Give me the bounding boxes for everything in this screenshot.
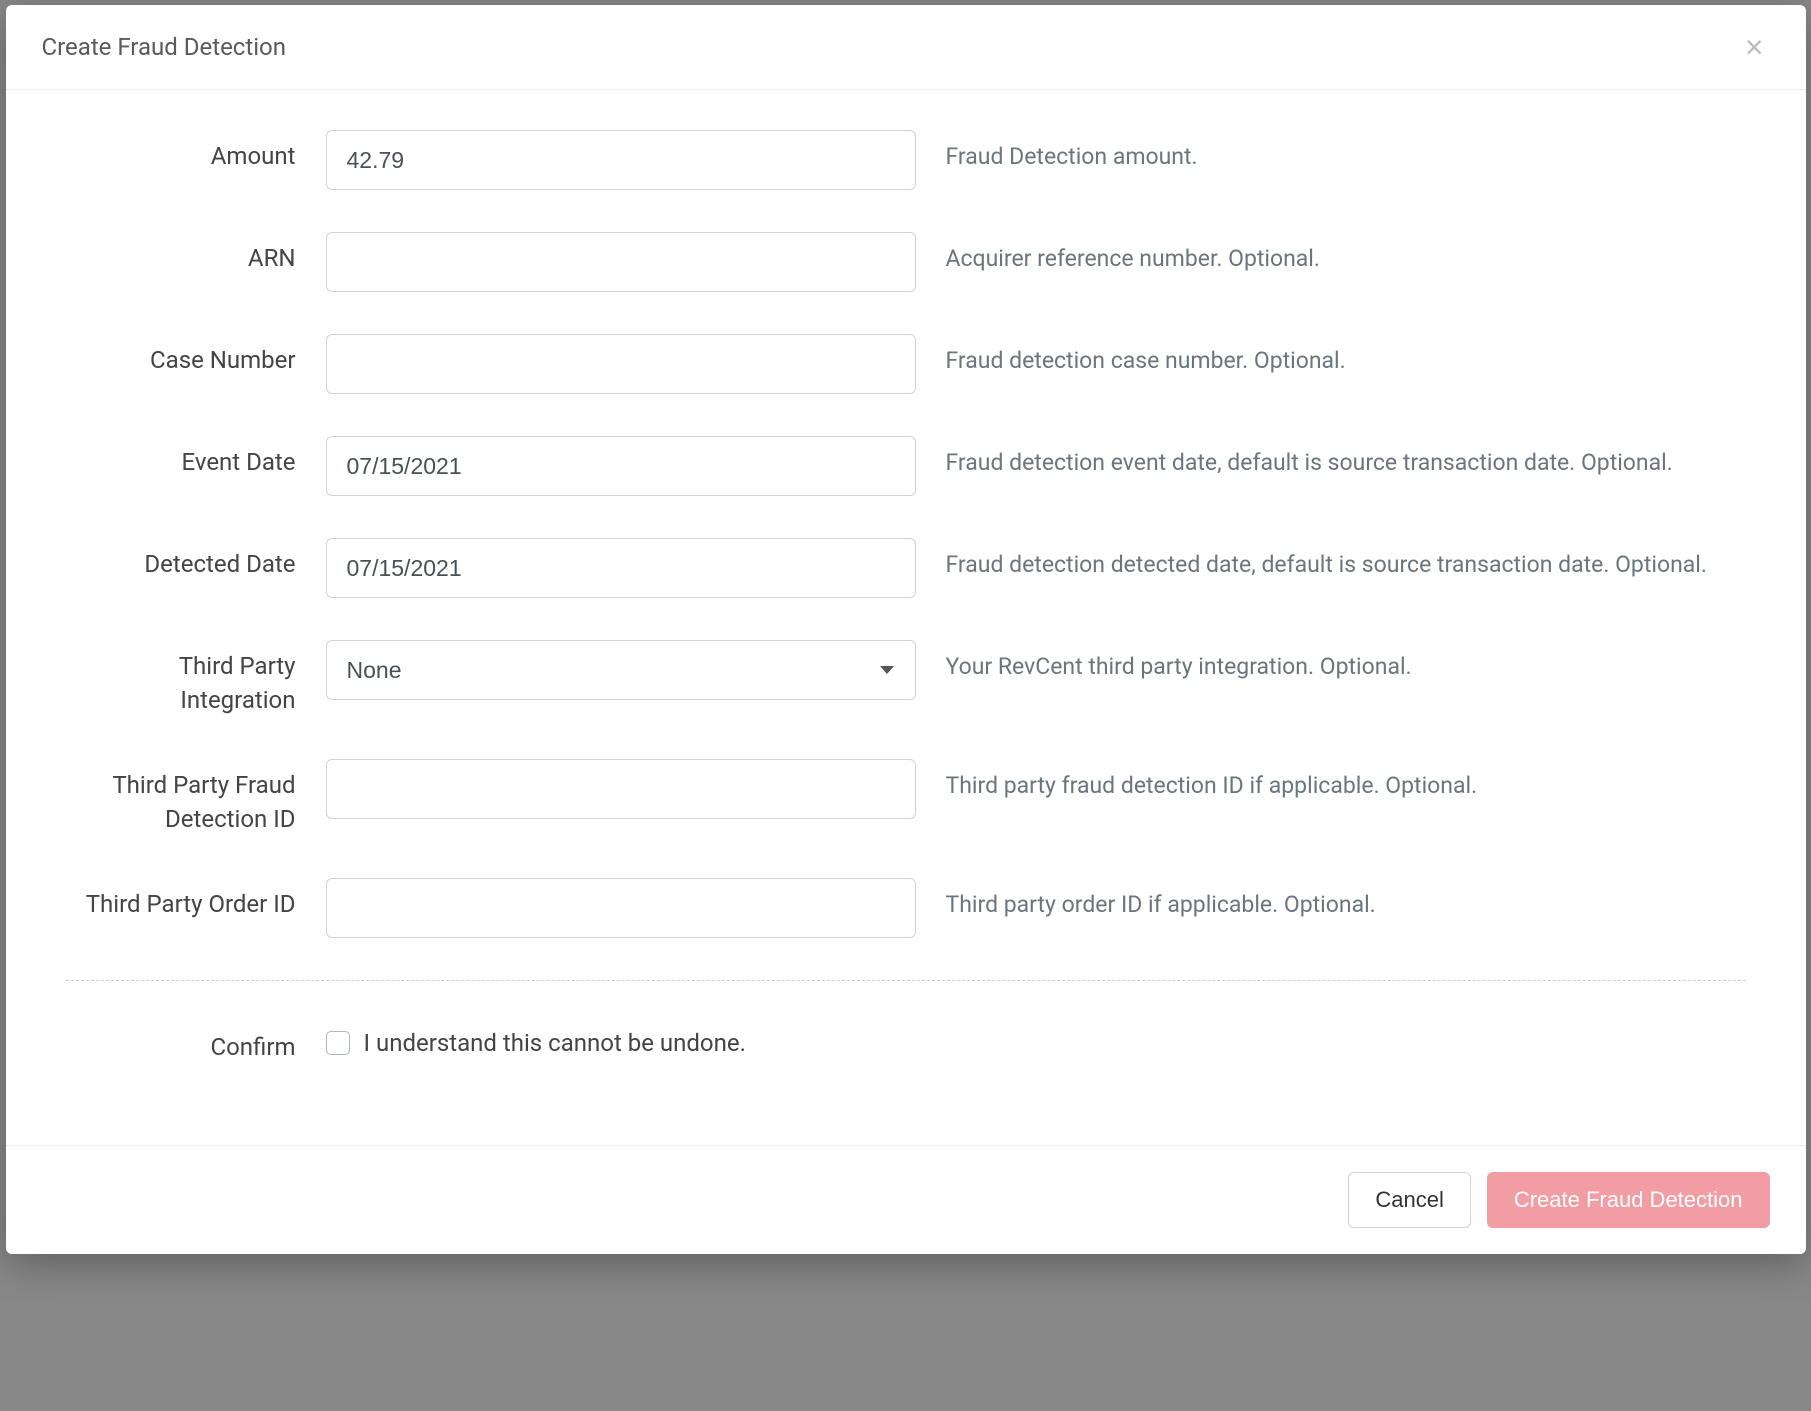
row-amount: Amount Fraud Detection amount.: [66, 130, 1746, 190]
confirm-checkbox-row: I understand this cannot be undone.: [326, 1021, 1746, 1057]
label-detected-date: Detected Date: [66, 538, 296, 582]
help-detected-date: Fraud detection detected date, default i…: [946, 538, 1746, 583]
detected-date-input[interactable]: [326, 538, 916, 598]
label-third-party-integration: Third Party Integration: [66, 640, 296, 717]
row-third-party-order-id: Third Party Order ID Third party order I…: [66, 878, 1746, 938]
confirm-checkbox-label[interactable]: I understand this cannot be undone.: [364, 1029, 746, 1057]
label-confirm: Confirm: [66, 1021, 296, 1065]
row-third-party-fraud-id: Third Party Fraud Detection ID Third par…: [66, 759, 1746, 836]
divider: [66, 980, 1746, 981]
label-case-number: Case Number: [66, 334, 296, 378]
case-number-input[interactable]: [326, 334, 916, 394]
input-wrap-case-number: [326, 334, 916, 394]
help-arn: Acquirer reference number. Optional.: [946, 232, 1746, 277]
third-party-integration-select-wrap: [326, 640, 916, 700]
input-wrap-arn: [326, 232, 916, 292]
row-event-date: Event Date Fraud detection event date, d…: [66, 436, 1746, 496]
help-third-party-fraud-id: Third party fraud detection ID if applic…: [946, 759, 1746, 804]
event-date-input[interactable]: [326, 436, 916, 496]
help-case-number: Fraud detection case number. Optional.: [946, 334, 1746, 379]
cancel-button[interactable]: Cancel: [1348, 1172, 1470, 1228]
third-party-fraud-id-input[interactable]: [326, 759, 916, 819]
row-detected-date: Detected Date Fraud detection detected d…: [66, 538, 1746, 598]
create-fraud-detection-button[interactable]: Create Fraud Detection: [1487, 1172, 1770, 1228]
input-wrap-third-party-order-id: [326, 878, 916, 938]
help-event-date: Fraud detection event date, default is s…: [946, 436, 1746, 481]
amount-input[interactable]: [326, 130, 916, 190]
label-amount: Amount: [66, 130, 296, 174]
third-party-integration-select[interactable]: [326, 640, 916, 700]
modal-body: Amount Fraud Detection amount. ARN Acqui…: [6, 90, 1806, 1145]
third-party-order-id-input[interactable]: [326, 878, 916, 938]
close-button[interactable]: ×: [1739, 31, 1770, 63]
modal-footer: Cancel Create Fraud Detection: [6, 1145, 1806, 1254]
label-event-date: Event Date: [66, 436, 296, 480]
row-third-party-integration: Third Party Integration Your RevCent thi…: [66, 640, 1746, 717]
label-arn: ARN: [66, 232, 296, 276]
input-wrap-event-date: [326, 436, 916, 496]
input-wrap-third-party-integration: [326, 640, 916, 700]
confirm-checkbox[interactable]: [326, 1031, 350, 1055]
input-wrap-third-party-fraud-id: [326, 759, 916, 819]
label-third-party-order-id: Third Party Order ID: [66, 878, 296, 922]
row-arn: ARN Acquirer reference number. Optional.: [66, 232, 1746, 292]
create-fraud-detection-modal: Create Fraud Detection × Amount Fraud De…: [6, 5, 1806, 1254]
row-case-number: Case Number Fraud detection case number.…: [66, 334, 1746, 394]
help-third-party-integration: Your RevCent third party integration. Op…: [946, 640, 1746, 685]
input-wrap-detected-date: [326, 538, 916, 598]
arn-input[interactable]: [326, 232, 916, 292]
label-third-party-fraud-id: Third Party Fraud Detection ID: [66, 759, 296, 836]
input-wrap-amount: [326, 130, 916, 190]
row-confirm: Confirm I understand this cannot be undo…: [66, 1021, 1746, 1065]
close-icon: ×: [1745, 29, 1764, 65]
help-third-party-order-id: Third party order ID if applicable. Opti…: [946, 878, 1746, 923]
help-amount: Fraud Detection amount.: [946, 130, 1746, 175]
modal-title: Create Fraud Detection: [42, 33, 287, 61]
modal-header: Create Fraud Detection ×: [6, 5, 1806, 90]
